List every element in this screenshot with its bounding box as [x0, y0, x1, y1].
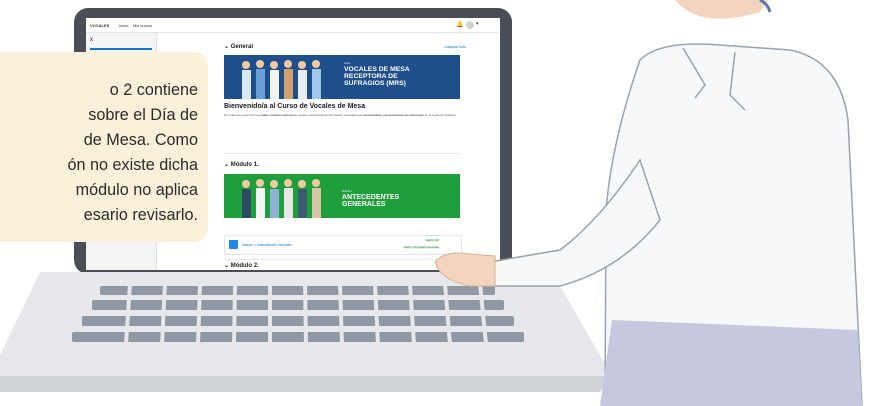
illustration-scene: VOCALES Inicio Mis cursos 🔔 ▾ x ⌄ Genera… — [0, 0, 873, 406]
callout-text: o 2 contiene sobre el Día de de Mesa. Co… — [67, 81, 199, 224]
callout-box: o 2 contiene sobre el Día de de Mesa. Co… — [0, 52, 208, 242]
